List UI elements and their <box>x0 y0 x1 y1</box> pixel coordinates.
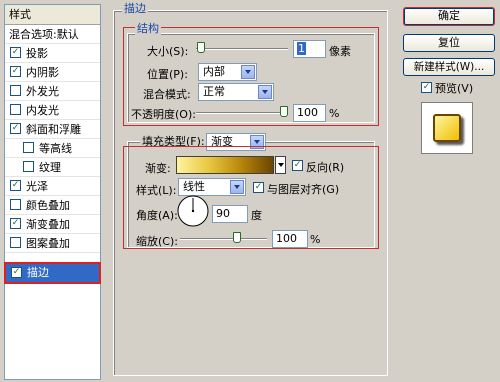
chevron-down-icon[interactable] <box>241 65 255 79</box>
style-item-label: 投影 <box>26 47 48 60</box>
blend-mode-label: 混合模式: <box>143 88 191 101</box>
style-item-label: 斜面和浮雕 <box>26 123 81 136</box>
gradient-style-value: 线性 <box>183 180 205 193</box>
checkbox-unchecked-icon[interactable] <box>23 161 34 172</box>
style-item-label: 内发光 <box>26 104 59 117</box>
gradient-dropdown[interactable] <box>275 156 286 174</box>
style-item-texture[interactable]: 纹理 <box>5 158 100 177</box>
preview-checkbox[interactable]: ✓ <box>421 82 432 93</box>
checkbox-unchecked-icon[interactable] <box>10 85 21 96</box>
style-preview <box>421 102 473 154</box>
align-with-layer-checkbox[interactable]: ✓ <box>253 182 264 193</box>
scale-slider-track[interactable] <box>180 238 267 240</box>
preview-swatch <box>433 114 461 142</box>
style-item-color-overlay[interactable]: 颜色叠加 <box>5 196 100 215</box>
style-item-gradient-overlay[interactable]: ✓ 渐变叠加 <box>5 215 100 234</box>
style-item-outer-glow[interactable]: 外发光 <box>5 82 100 101</box>
align-with-layer-label: 与图层对齐(G) <box>267 183 340 196</box>
style-item-stroke[interactable]: ✓ 描边 <box>4 262 101 284</box>
style-item-drop-shadow[interactable]: ✓ 投影 <box>5 44 100 63</box>
opacity-slider-track[interactable] <box>196 112 288 114</box>
style-item-label: 纹理 <box>39 161 61 174</box>
structure-group-title: 结构 <box>135 22 161 35</box>
style-item-label: 等高线 <box>39 142 72 155</box>
angle-label: 角度(A): <box>136 209 178 222</box>
position-value: 内部 <box>203 65 225 78</box>
scale-unit: % <box>310 233 321 246</box>
position-select[interactable]: 内部 <box>198 63 257 81</box>
style-item-label: 内阴影 <box>26 66 59 79</box>
style-item-label: 颜色叠加 <box>26 199 70 212</box>
opacity-slider-thumb[interactable] <box>280 106 288 117</box>
ok-button[interactable]: 确定 <box>403 7 495 26</box>
size-slider-track[interactable] <box>196 48 288 50</box>
opacity-input[interactable]: 100 <box>293 104 326 122</box>
style-item-inner-glow[interactable]: 内发光 <box>5 101 100 120</box>
opacity-unit: % <box>329 107 340 120</box>
size-slider-thumb[interactable] <box>196 42 205 53</box>
reset-button[interactable]: 复位 <box>403 34 495 52</box>
checkbox-checked-icon[interactable]: ✓ <box>10 123 21 134</box>
size-label: 大小(S): <box>147 45 189 58</box>
style-item-inner-shadow[interactable]: ✓ 内阴影 <box>5 63 100 82</box>
styles-list-header: 样式 <box>5 5 100 25</box>
scale-input[interactable]: 100 <box>272 230 308 248</box>
chevron-down-icon <box>278 163 284 167</box>
checkbox-checked-icon[interactable]: ✓ <box>11 267 22 278</box>
style-item-bevel-emboss[interactable]: ✓ 斜面和浮雕 <box>5 120 100 139</box>
checkbox-unchecked-icon[interactable] <box>10 237 21 248</box>
checkbox-checked-icon[interactable]: ✓ <box>10 66 21 77</box>
chevron-down-icon[interactable] <box>258 85 272 99</box>
style-item-satin[interactable]: ✓ 光泽 <box>5 177 100 196</box>
checkbox-unchecked-icon[interactable] <box>10 104 21 115</box>
style-item-label: 光泽 <box>26 180 48 193</box>
opacity-value: 100 <box>297 106 318 119</box>
opacity-label: 不透明度(O): <box>131 108 196 121</box>
gradient-style-label: 样式(L): <box>136 184 177 197</box>
checkbox-unchecked-icon[interactable] <box>10 199 21 210</box>
checkbox-checked-icon[interactable]: ✓ <box>10 218 21 229</box>
checkbox-unchecked-icon[interactable] <box>23 142 34 153</box>
reverse-label: 反向(R) <box>306 161 345 174</box>
blend-mode-value: 正常 <box>203 85 225 98</box>
reverse-checkbox[interactable]: ✓ <box>292 160 303 171</box>
blend-mode-select[interactable]: 正常 <box>198 83 274 101</box>
scale-label: 缩放(C): <box>136 235 178 248</box>
style-item-pattern-overlay[interactable]: 图案叠加 <box>5 234 100 253</box>
checkbox-checked-icon[interactable]: ✓ <box>10 47 21 58</box>
size-unit: 像素 <box>329 45 351 58</box>
stroke-group-title: 描边 <box>122 2 148 15</box>
style-item-label: 外发光 <box>26 85 59 98</box>
gradient-label: 渐变: <box>145 162 171 175</box>
scale-slider-thumb[interactable] <box>232 232 241 243</box>
angle-value: 90 <box>216 207 230 220</box>
style-item-contour[interactable]: 等高线 <box>5 139 100 158</box>
new-style-button[interactable]: 新建样式(W)... <box>403 58 495 76</box>
scale-value: 100 <box>276 232 297 245</box>
styles-list: 样式 混合选项:默认 ✓ 投影 ✓ 内阴影 外发光 内发光 ✓ 斜面和浮雕 等高… <box>4 4 101 380</box>
chevron-down-icon[interactable] <box>230 180 244 194</box>
angle-input[interactable]: 90 <box>212 205 248 223</box>
size-value: 1 <box>297 42 306 55</box>
angle-dial[interactable] <box>176 194 210 228</box>
style-item-label: 图案叠加 <box>26 237 70 250</box>
style-item-blending-options[interactable]: 混合选项:默认 <box>5 25 100 44</box>
preview-label: 预览(V) <box>435 82 474 95</box>
angle-dial-icon <box>177 195 209 227</box>
style-item-label: 描边 <box>27 266 49 279</box>
angle-unit: 度 <box>251 209 262 222</box>
gradient-swatch[interactable] <box>176 156 274 174</box>
style-item-label: 渐变叠加 <box>26 218 70 231</box>
size-input[interactable]: 1 <box>293 40 326 58</box>
style-item-label: 混合选项:默认 <box>9 28 79 41</box>
position-label: 位置(P): <box>147 68 188 81</box>
checkbox-checked-icon[interactable]: ✓ <box>10 180 21 191</box>
